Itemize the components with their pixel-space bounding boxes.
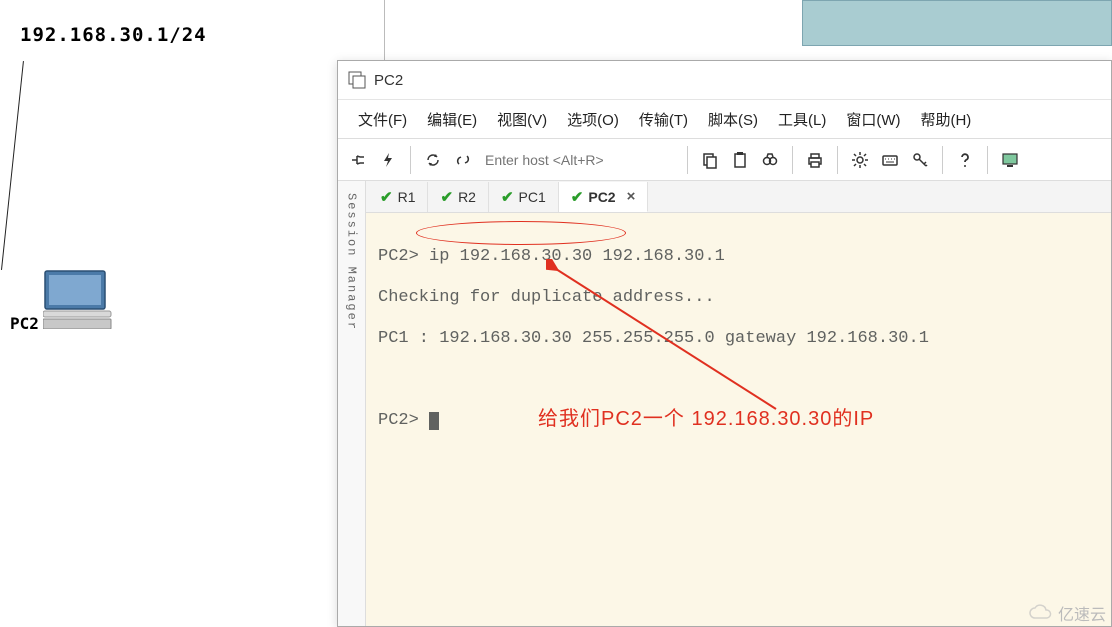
paste-button[interactable] [726,146,754,174]
quick-connect-button[interactable] [374,146,402,174]
copy-button[interactable] [696,146,724,174]
gear-icon [851,151,869,169]
pc2-device-label: PC2 [10,314,39,333]
binoculars-icon [761,151,779,169]
session-manager-panel[interactable]: Session Manager [338,181,366,626]
refresh-icon [424,151,442,169]
tab-label: R1 [398,189,416,205]
menu-help[interactable]: 帮助(H) [920,109,971,130]
keyboard-icon [881,151,899,169]
key-icon [911,151,929,169]
check-icon: ✔ [380,188,393,206]
print-button[interactable] [801,146,829,174]
check-icon: ✔ [440,188,453,206]
clipboard-icon [731,151,749,169]
terminal-window: PC2 文件(F) 编辑(E) 视图(V) 选项(O) 传输(T) 脚本(S) … [337,60,1112,627]
terminal-line: Checking for duplicate address... [378,288,1099,308]
find-button[interactable] [756,146,784,174]
terminal-line: PC1 : 192.168.30.30 255.255.255.0 gatewa… [378,329,1099,349]
toolbar-separator [410,146,411,174]
terminal-output[interactable]: PC2> ip 192.168.30.30 192.168.30.1 Check… [366,213,1111,626]
tab-label: R2 [458,189,476,205]
menu-view[interactable]: 视图(V) [497,109,547,130]
disconnect-button[interactable] [449,146,477,174]
plug-icon [349,151,367,169]
host-input[interactable] [479,147,679,173]
prompt: PC2> [378,411,429,430]
toolbar-separator [942,146,943,174]
tab-pc1[interactable]: ✔ PC1 [489,182,559,212]
tab-label: PC1 [519,189,546,205]
menu-script[interactable]: 脚本(S) [708,109,758,130]
command-text: ip 192.168.30.30 192.168.30.1 [429,247,725,266]
terminal-line [378,370,1099,390]
menu-file[interactable]: 文件(F) [358,109,407,130]
watermark: 亿速云 [1028,601,1106,625]
toolbar [338,139,1111,181]
tab-bar: ✔ R1 ✔ R2 ✔ PC1 ✔ PC2 × [366,181,1111,213]
cursor [429,412,439,430]
menu-tools[interactable]: 工具(L) [778,109,826,130]
tab-r2[interactable]: ✔ R2 [428,182,488,212]
menu-edit[interactable]: 编辑(E) [427,109,477,130]
question-icon [956,151,974,169]
toolbar-separator [837,146,838,174]
prompt: PC2> [378,247,429,266]
copy-icon [701,151,719,169]
screen-button[interactable] [996,146,1024,174]
cloud-icon [1028,604,1054,622]
menubar: 文件(F) 编辑(E) 视图(V) 选项(O) 传输(T) 脚本(S) 工具(L… [338,100,1111,139]
watermark-text: 亿速云 [1058,601,1106,625]
window-title: PC2 [374,72,403,89]
monitor-icon [1001,151,1019,169]
toolbar-separator [792,146,793,174]
menu-window[interactable]: 窗口(W) [846,109,900,130]
menu-options[interactable]: 选项(O) [567,109,619,130]
keyboard-button[interactable] [876,146,904,174]
check-icon: ✔ [571,188,584,206]
annotation-ellipse [416,221,626,245]
printer-icon [806,151,824,169]
tab-r1[interactable]: ✔ R1 [368,182,428,212]
lightning-icon [379,151,397,169]
session-manager-label: Session Manager [345,193,359,331]
close-tab-button[interactable]: × [627,188,636,205]
check-icon: ✔ [501,188,514,206]
bg-teal-panel [802,0,1112,46]
menu-transfer[interactable]: 传输(T) [639,109,688,130]
help-button[interactable] [951,146,979,174]
unlink-icon [454,151,472,169]
bg-divider [384,0,385,62]
desktop-pc-icon [43,269,123,329]
toolbar-separator [987,146,988,174]
connect-button[interactable] [344,146,372,174]
pc2-device: PC2 [10,265,123,334]
reconnect-button[interactable] [419,146,447,174]
settings-button[interactable] [846,146,874,174]
gateway-ip-label: 192.168.30.1/24 [20,24,207,46]
tab-pc2[interactable]: ✔ PC2 × [559,182,649,212]
bg-wire-line [0,59,24,270]
key-button[interactable] [906,146,934,174]
app-icon [348,71,366,89]
toolbar-separator [687,146,688,174]
titlebar[interactable]: PC2 [338,61,1111,100]
tab-label: PC2 [588,189,615,205]
annotation-text: 给我们PC2一个 192.168.30.30的IP [538,407,874,431]
